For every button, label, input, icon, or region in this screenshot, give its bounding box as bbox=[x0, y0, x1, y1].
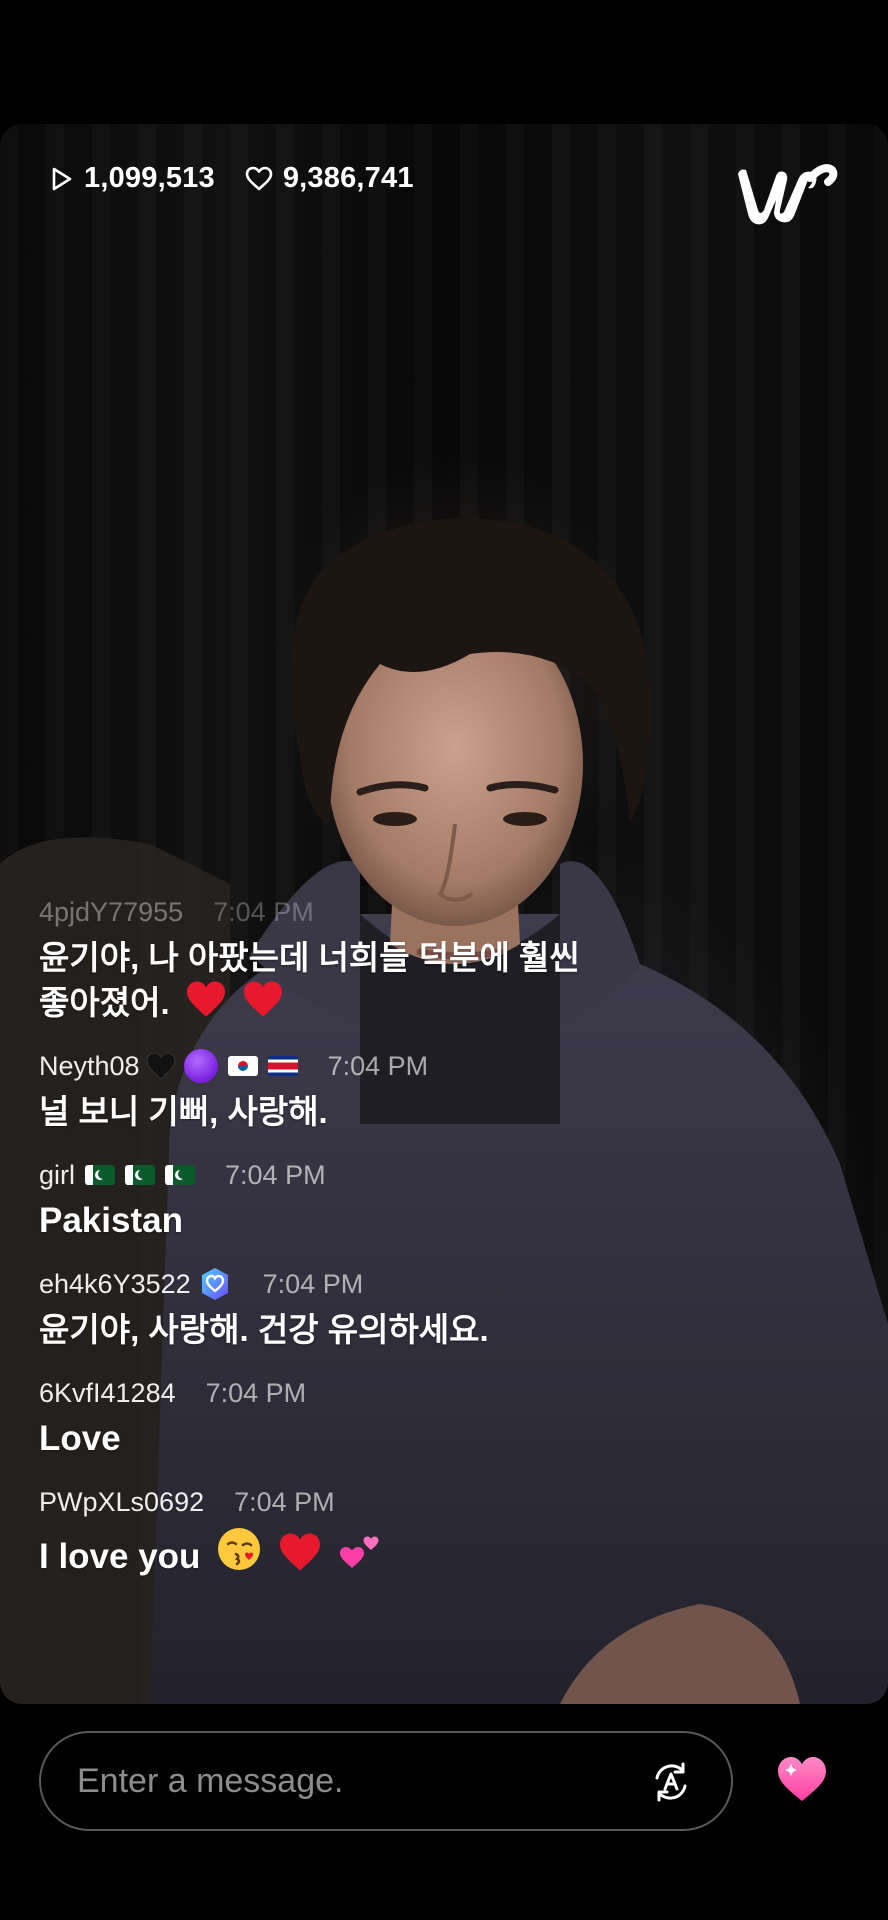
chat-text: Pakistan bbox=[39, 1201, 183, 1240]
chat-message: 4pjdY77955 7:04 PM 윤기야, 나 아팠는데 너희들 덕분에 훨… bbox=[39, 894, 679, 1025]
two-hearts-icon bbox=[339, 1536, 379, 1568]
purple-circle-icon bbox=[183, 1049, 218, 1083]
heart-outline-icon bbox=[245, 166, 273, 190]
black-heart-icon bbox=[146, 1052, 176, 1080]
chat-time: 7:04 PM bbox=[327, 1051, 429, 1081]
pink-heart-icon[interactable] bbox=[776, 1755, 828, 1803]
weverse-logo bbox=[738, 164, 838, 225]
red-heart-icon bbox=[243, 981, 282, 1017]
chat-text: 널 보니 기뻐, 사랑해. bbox=[39, 1093, 328, 1130]
kissing-face-icon bbox=[218, 1528, 261, 1570]
message-input[interactable] bbox=[41, 1760, 639, 1802]
flag-pakistan-icon bbox=[85, 1165, 116, 1185]
chat-list[interactable]: 4pjdY77955 7:04 PM 윤기야, 나 아팠는데 너희들 덕분에 훨… bbox=[39, 894, 679, 1602]
chat-text-line: 윤기야, 나 아팠는데 너희들 덕분에 훨씬 bbox=[39, 939, 580, 976]
live-stats: 1,099,513 9,386,741 bbox=[50, 162, 436, 195]
play-icon bbox=[52, 167, 72, 190]
chat-username[interactable]: 4pjdY77955 bbox=[39, 894, 183, 930]
flag-costa-rica-icon bbox=[267, 1056, 298, 1076]
translate-icon[interactable] bbox=[649, 1760, 693, 1804]
red-heart-icon bbox=[186, 981, 225, 1017]
chat-username[interactable]: Neyth08 bbox=[39, 1048, 140, 1084]
chat-username[interactable]: girl bbox=[39, 1157, 75, 1193]
like-count-value: 9,386,741 bbox=[282, 162, 414, 194]
chat-text-content: I love you bbox=[39, 1537, 201, 1576]
chat-time: 7:04 PM bbox=[262, 1269, 364, 1299]
view-count-value: 1,099,513 bbox=[84, 162, 215, 194]
chat-text: 윤기야, 사랑해. 건강 유의하세요. bbox=[39, 1311, 489, 1348]
chat-text: I love you bbox=[39, 1526, 679, 1579]
chat-text: Love bbox=[39, 1419, 121, 1458]
flag-pakistan-icon bbox=[125, 1165, 156, 1185]
message-composer bbox=[39, 1731, 733, 1831]
chat-time: 7:04 PM bbox=[205, 1378, 307, 1408]
chat-username[interactable]: eh4k6Y3522 bbox=[39, 1266, 191, 1302]
chat-message: PWpXLs0692 7:04 PM I love you bbox=[39, 1484, 679, 1579]
chat-message: girl 7:04 PM Pakistan bbox=[39, 1157, 679, 1243]
flag-south-korea-icon bbox=[227, 1056, 258, 1076]
chat-message: 6KvfI41284 7:04 PM Love bbox=[39, 1375, 679, 1461]
chat-message: eh4k6Y3522 7:04 PM 윤기야, 사랑해. 건강 유의하세요. bbox=[39, 1266, 679, 1352]
chat-time: 7:04 PM bbox=[234, 1487, 335, 1517]
flag-pakistan-icon bbox=[165, 1165, 196, 1185]
chat-time: 7:04 PM bbox=[225, 1160, 326, 1190]
chat-username[interactable]: 6KvfI41284 bbox=[39, 1375, 176, 1411]
like-count: 9,386,741 bbox=[245, 162, 414, 195]
red-heart-icon bbox=[279, 1533, 320, 1571]
chat-text: 윤기야, 나 아팠는데 너희들 덕분에 훨씬 좋아졌어. bbox=[39, 936, 679, 1025]
chat-username[interactable]: PWpXLs0692 bbox=[39, 1484, 204, 1520]
chat-message: Neyth08 7:04 PM 널 보니 기뻐, 사랑해. bbox=[39, 1048, 679, 1134]
membership-badge-icon bbox=[201, 1268, 228, 1300]
chat-text-line: 좋아졌어. bbox=[39, 984, 170, 1021]
view-count: 1,099,513 bbox=[50, 162, 215, 195]
chat-time: 7:04 PM bbox=[213, 897, 314, 927]
